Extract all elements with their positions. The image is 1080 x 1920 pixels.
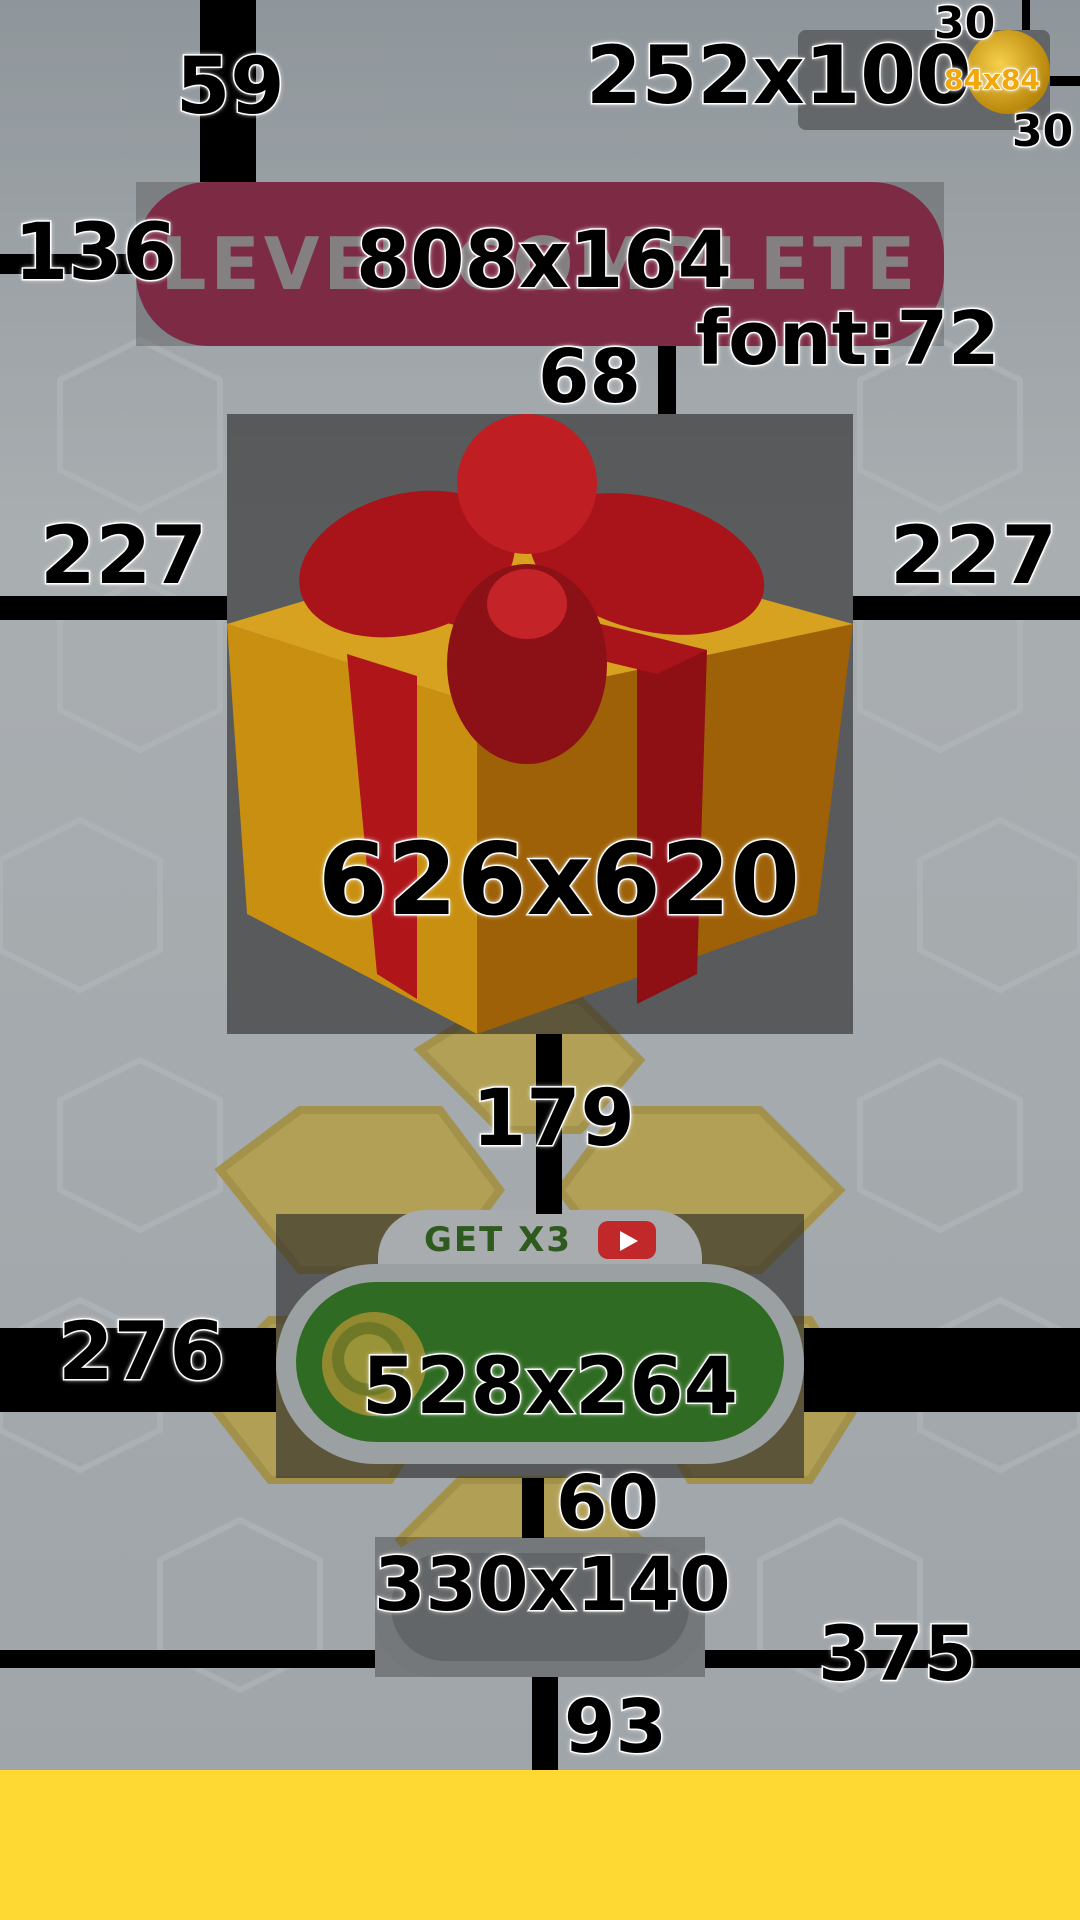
- label-small-margin: 375: [817, 1609, 979, 1698]
- label-gift-size: 626x620: [317, 821, 802, 938]
- guide-line-button-right: [804, 1328, 1080, 1412]
- label-button-gap: 60: [555, 1460, 661, 1546]
- label-gift-button-gap: 179: [471, 1074, 637, 1164]
- bottom-bar: [0, 1770, 1080, 1920]
- label-bottom-gap: 93: [563, 1684, 669, 1770]
- get-x3-tab[interactable]: GET X3: [378, 1210, 702, 1270]
- video-ad-icon: [598, 1221, 657, 1259]
- guide-line-bottom-gap: [532, 1677, 558, 1770]
- label-banner-font: font:72: [695, 296, 1002, 382]
- label-coin-right: 30: [1010, 106, 1074, 157]
- guide-line-coin-top: [1022, 0, 1030, 30]
- label-button-size: 528x264: [361, 1342, 740, 1432]
- gift-box-icon[interactable]: [227, 414, 853, 1034]
- guide-line-banner-gap: [658, 346, 676, 414]
- guide-line-button-gap: [522, 1478, 544, 1538]
- label-button-side: 276: [57, 1305, 227, 1398]
- label-coin-top: 30: [932, 0, 996, 49]
- label-gift-left: 227: [39, 509, 209, 602]
- get-x3-label: GET X3: [423, 1220, 573, 1260]
- guide-line-small-left: [0, 1650, 375, 1668]
- label-banner-side: 136: [13, 208, 179, 298]
- label-small-size: 330x140: [373, 1542, 733, 1628]
- label-counter-size: 252x100: [585, 29, 974, 122]
- label-banner-size: 808x164: [355, 216, 734, 306]
- label-gift-right: 227: [889, 509, 1059, 602]
- label-counter-top: 59: [175, 42, 287, 132]
- label-coin-size: 84x84: [943, 63, 1041, 96]
- guide-line-coin-right: [1050, 76, 1080, 86]
- label-banner-gap: 68: [537, 334, 643, 420]
